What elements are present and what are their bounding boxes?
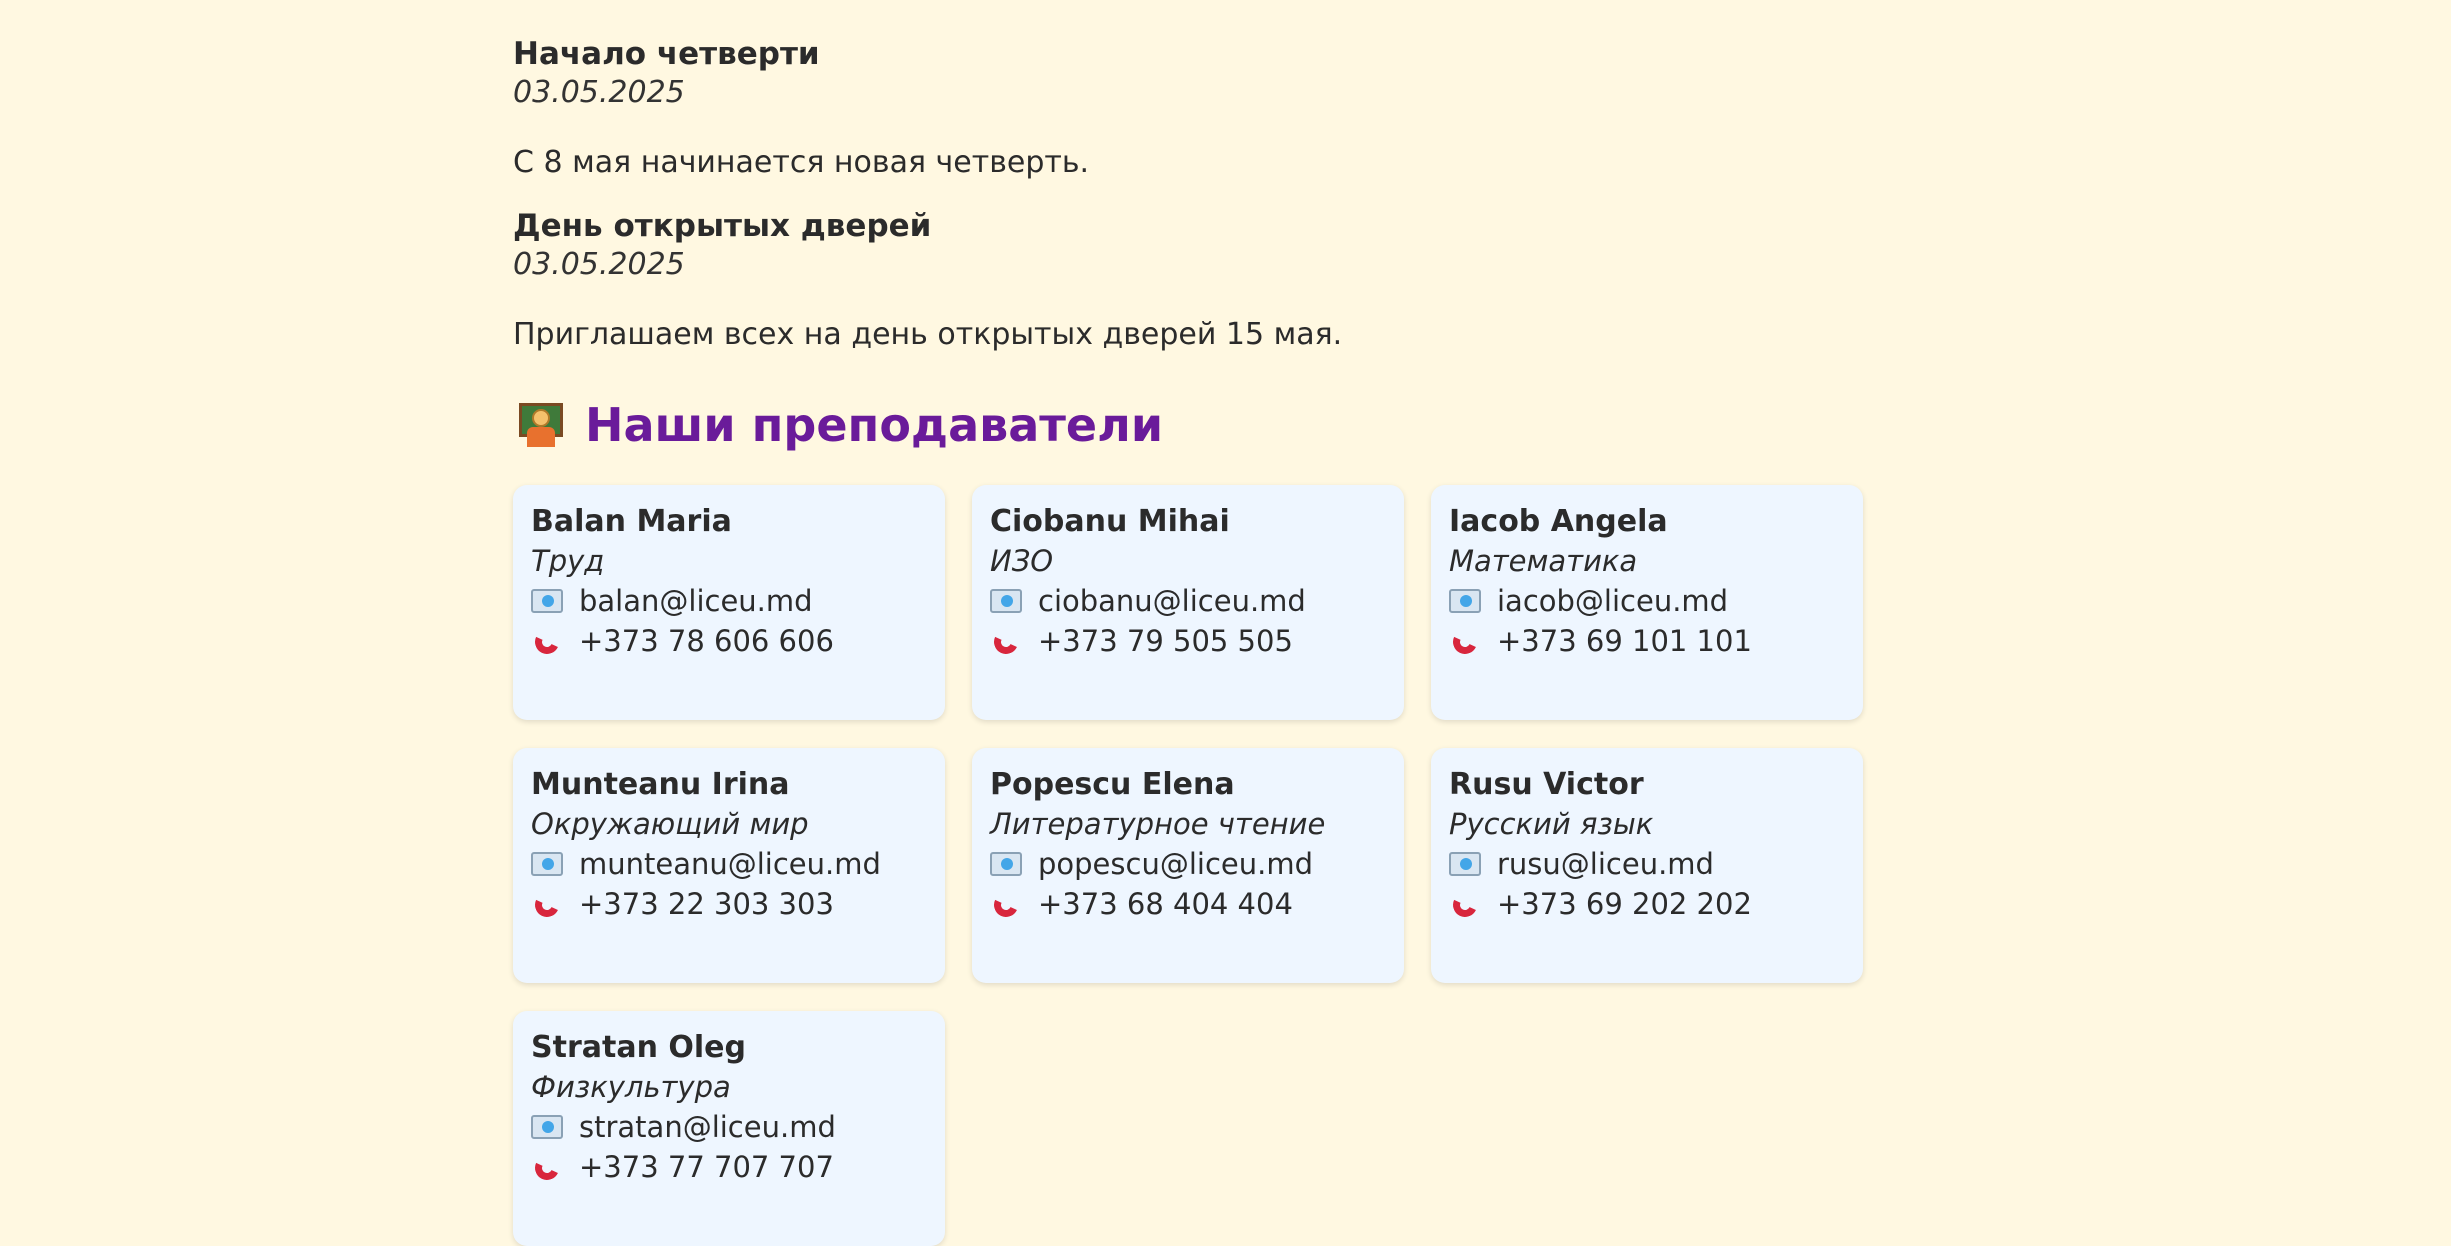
teacher-name: Iacob Angela bbox=[1449, 504, 1668, 539]
teacher-phone-row: +373 69 101 101 bbox=[1449, 621, 1845, 661]
teacher-phone-row: +373 79 505 505 bbox=[990, 621, 1386, 661]
phone-icon bbox=[531, 889, 563, 919]
email-icon bbox=[531, 852, 563, 876]
teacher-email-row: iacob@liceu.md bbox=[1449, 581, 1845, 621]
teacher-phone[interactable]: +373 69 101 101 bbox=[1497, 621, 1752, 661]
news-text: Приглашаем всех на день открытых дверей … bbox=[513, 317, 1343, 352]
teacher-phone-row: +373 78 606 606 bbox=[531, 621, 927, 661]
teacher-phone[interactable]: +373 78 606 606 bbox=[579, 621, 834, 661]
teacher-name: Stratan Oleg bbox=[531, 1030, 746, 1065]
teacher-subject: Математика bbox=[1449, 544, 1638, 578]
phone-icon bbox=[1449, 889, 1481, 919]
teacher-name: Popescu Elena bbox=[990, 767, 1235, 802]
teacher-email[interactable]: munteanu@liceu.md bbox=[579, 844, 881, 884]
news-date: 03.05.2025 bbox=[513, 75, 685, 110]
teacher-card: Popescu Elena Литературное чтение popesc… bbox=[972, 748, 1404, 983]
teacher-name: Rusu Victor bbox=[1449, 767, 1644, 802]
teacher-emoji-icon bbox=[519, 403, 563, 447]
teacher-email-row: popescu@liceu.md bbox=[990, 844, 1386, 884]
teacher-subject: Литературное чтение bbox=[990, 807, 1326, 841]
teacher-card: Stratan Oleg Физкультура stratan@liceu.m… bbox=[513, 1011, 945, 1246]
teacher-email[interactable]: iacob@liceu.md bbox=[1497, 581, 1728, 621]
teacher-phone[interactable]: +373 22 303 303 bbox=[579, 884, 834, 924]
teacher-card: Balan Maria Труд balan@liceu.md +373 78 … bbox=[513, 485, 945, 720]
teacher-phone-row: +373 69 202 202 bbox=[1449, 884, 1845, 924]
teacher-subject: Труд bbox=[531, 544, 605, 578]
phone-icon bbox=[531, 626, 563, 656]
teacher-phone[interactable]: +373 77 707 707 bbox=[579, 1147, 834, 1187]
teacher-phone[interactable]: +373 69 202 202 bbox=[1497, 884, 1752, 924]
teacher-email-row: stratan@liceu.md bbox=[531, 1107, 927, 1147]
email-icon bbox=[1449, 589, 1481, 613]
page-content: Начало четверти 03.05.2025 С 8 мая начин… bbox=[513, 0, 1893, 1246]
teacher-phone[interactable]: +373 68 404 404 bbox=[1038, 884, 1293, 924]
email-icon bbox=[531, 589, 563, 613]
news-title: День открытых дверей bbox=[513, 208, 932, 244]
teacher-card: Rusu Victor Русский язык rusu@liceu.md +… bbox=[1431, 748, 1863, 983]
teacher-card: Iacob Angela Математика iacob@liceu.md +… bbox=[1431, 485, 1863, 720]
teacher-subject: ИЗО bbox=[990, 544, 1054, 578]
news-item: Начало четверти 03.05.2025 С 8 мая начин… bbox=[513, 35, 1893, 183]
email-icon bbox=[531, 1115, 563, 1139]
news-date: 03.05.2025 bbox=[513, 247, 685, 282]
phone-icon bbox=[990, 626, 1022, 656]
teacher-subject: Физкультура bbox=[531, 1070, 731, 1104]
teacher-email[interactable]: ciobanu@liceu.md bbox=[1038, 581, 1306, 621]
teacher-phone-row: +373 68 404 404 bbox=[990, 884, 1386, 924]
teacher-name: Balan Maria bbox=[531, 504, 732, 539]
teacher-name: Ciobanu Mihai bbox=[990, 504, 1230, 539]
email-icon bbox=[990, 852, 1022, 876]
email-icon bbox=[990, 589, 1022, 613]
teachers-grid: Balan Maria Труд balan@liceu.md +373 78 … bbox=[513, 485, 1893, 1246]
teachers-section-title: Наши преподаватели bbox=[585, 398, 1164, 452]
teacher-phone-row: +373 77 707 707 bbox=[531, 1147, 927, 1187]
teacher-subject: Окружающий мир bbox=[531, 807, 809, 841]
phone-icon bbox=[990, 889, 1022, 919]
teacher-email-row: balan@liceu.md bbox=[531, 581, 927, 621]
teacher-email[interactable]: balan@liceu.md bbox=[579, 581, 813, 621]
email-icon bbox=[1449, 852, 1481, 876]
phone-icon bbox=[1449, 626, 1481, 656]
teacher-subject: Русский язык bbox=[1449, 807, 1654, 841]
teacher-phone[interactable]: +373 79 505 505 bbox=[1038, 621, 1293, 661]
teacher-email[interactable]: rusu@liceu.md bbox=[1497, 844, 1714, 884]
teacher-phone-row: +373 22 303 303 bbox=[531, 884, 927, 924]
teacher-email[interactable]: stratan@liceu.md bbox=[579, 1107, 836, 1147]
news-title: Начало четверти bbox=[513, 36, 820, 72]
news-text: С 8 мая начинается новая четверть. bbox=[513, 145, 1090, 180]
phone-icon bbox=[531, 1152, 563, 1182]
teacher-email[interactable]: popescu@liceu.md bbox=[1038, 844, 1313, 884]
teacher-email-row: ciobanu@liceu.md bbox=[990, 581, 1386, 621]
teacher-email-row: munteanu@liceu.md bbox=[531, 844, 927, 884]
teacher-email-row: rusu@liceu.md bbox=[1449, 844, 1845, 884]
teacher-name: Munteanu Irina bbox=[531, 767, 790, 802]
teachers-heading: Наши преподаватели bbox=[513, 395, 1893, 455]
teacher-card: Munteanu Irina Окружающий мир munteanu@l… bbox=[513, 748, 945, 983]
news-item: День открытых дверей 03.05.2025 Приглаша… bbox=[513, 207, 1893, 355]
teacher-card: Ciobanu Mihai ИЗО ciobanu@liceu.md +373 … bbox=[972, 485, 1404, 720]
